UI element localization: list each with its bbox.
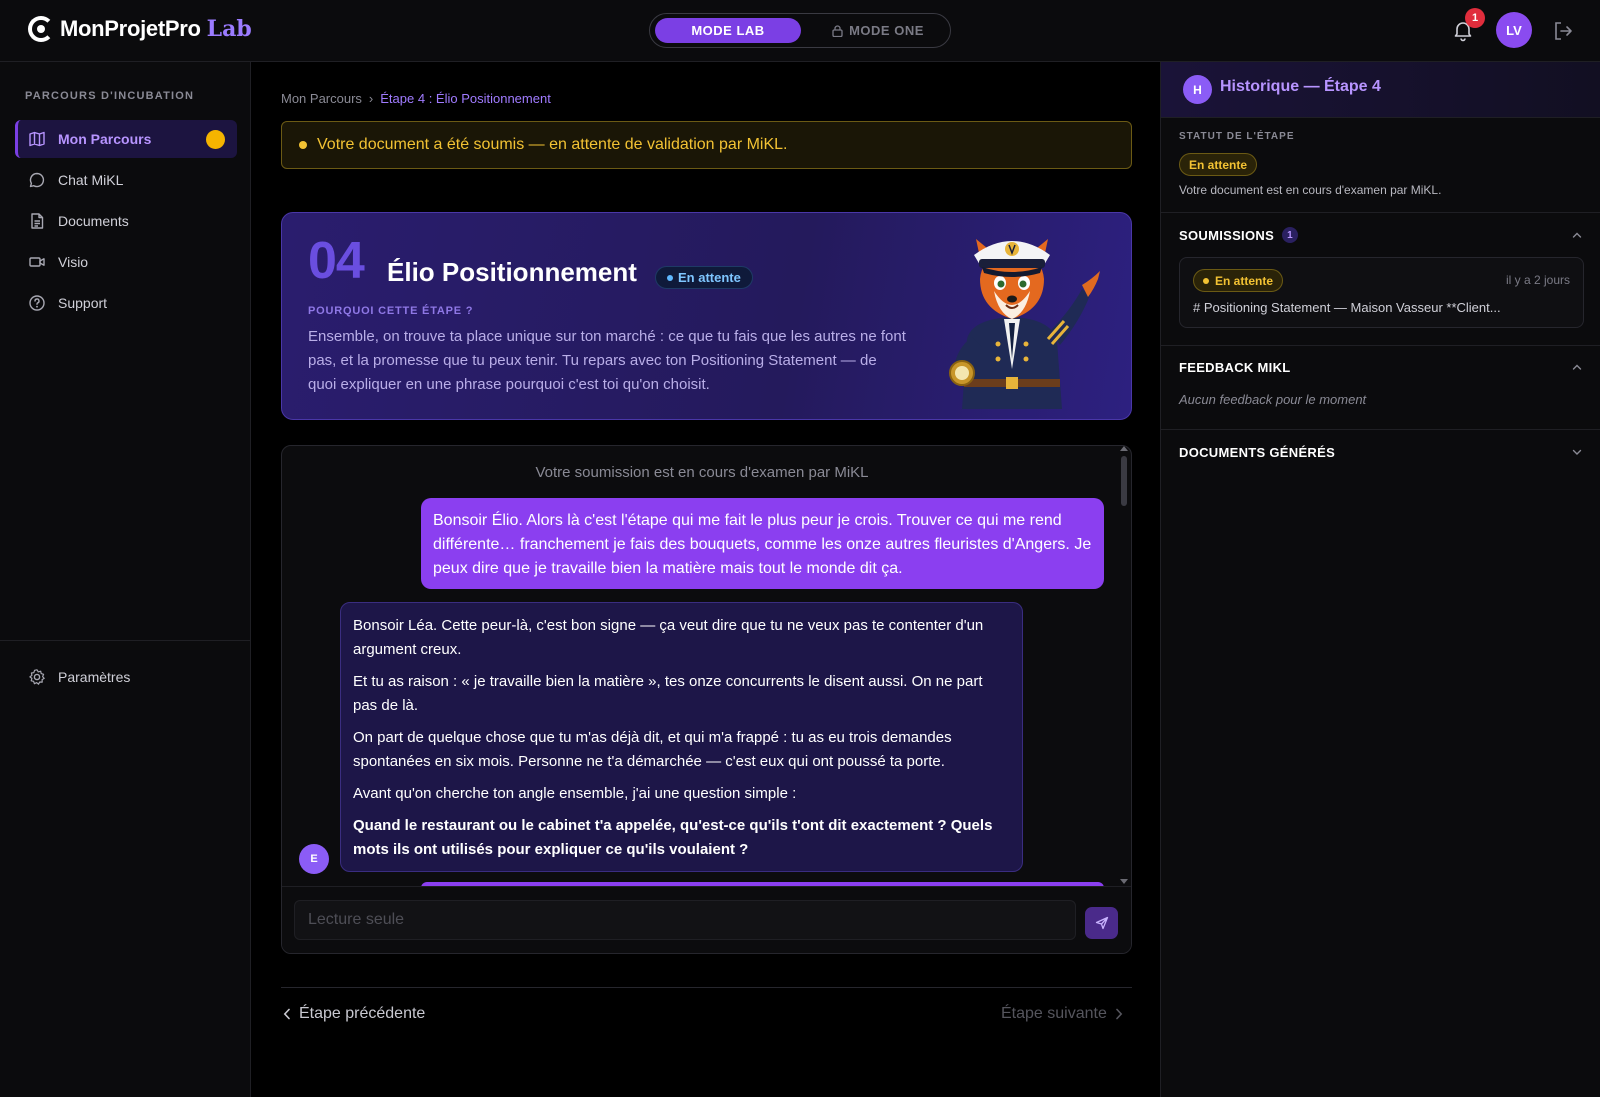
progress-dot	[206, 130, 225, 149]
history-header: H Historique — Étape 4	[1161, 62, 1600, 118]
history-panel: H Historique — Étape 4 STATUT DE L'ÉTAPE…	[1160, 62, 1600, 1097]
why-label: POURQUOI CETTE ÉTAPE ?	[308, 305, 474, 317]
mode-one-button[interactable]: MODE ONE	[808, 18, 948, 43]
scroll-down-arrow-icon[interactable]	[1120, 879, 1128, 884]
generated-docs-section-toggle[interactable]: DOCUMENTS GÉNÉRÉS	[1179, 445, 1335, 460]
scroll-up-arrow-icon[interactable]	[1120, 446, 1128, 451]
step-number: 04	[308, 232, 365, 290]
step-status-pill: En attente	[1179, 153, 1258, 176]
section-divider	[1161, 212, 1600, 213]
user-avatar[interactable]: LV	[1496, 12, 1532, 48]
assistant-paragraph: Bonsoir Léa. Cette peur-là, c'est bon si…	[353, 617, 984, 658]
sidebar-item-label: Chat MiKL	[58, 172, 124, 188]
sidebar-item-support[interactable]: Support	[15, 284, 237, 322]
settings-label: Paramètres	[58, 669, 131, 685]
sidebar-item-visio[interactable]: Visio	[15, 243, 237, 281]
sidebar-item-label: Mon Parcours	[58, 131, 152, 147]
chevron-right-icon	[1116, 1008, 1123, 1020]
section-divider	[1161, 345, 1600, 346]
step-card: 04 Élio Positionnement En attente POURQU…	[281, 212, 1132, 420]
chat-scrollbar[interactable]	[1121, 456, 1127, 506]
fox-captain-mascot-image	[949, 239, 1100, 409]
chat-input[interactable]	[294, 900, 1076, 940]
submissions-section-toggle[interactable]: SOUMISSIONS 1	[1179, 227, 1299, 243]
sidebar-divider	[0, 640, 251, 641]
submission-alert: Votre document a été soumis — en attente…	[281, 121, 1132, 169]
alert-text: Votre document a été soumis — en attente…	[317, 136, 788, 153]
chat-panel: Votre soumission est en cours d'examen p…	[281, 445, 1132, 954]
next-step-label: Étape suivante	[1001, 1005, 1107, 1022]
sidebar-item-label: Visio	[58, 254, 89, 270]
logo-text: MonProjetPro	[60, 16, 201, 41]
sidebar-item-label: Documents	[58, 213, 129, 229]
chevron-up-icon[interactable]	[1572, 362, 1582, 372]
assistant-avatar: E	[299, 844, 329, 874]
logo-suffix: Lab	[206, 16, 252, 42]
logo-icon	[28, 16, 54, 42]
breadcrumb-separator: ›	[368, 91, 374, 106]
document-icon	[31, 213, 44, 229]
mode-one-label: MODE ONE	[849, 23, 924, 38]
assistant-paragraph: Et tu as raison : « je travaille bien la…	[353, 673, 983, 714]
send-button[interactable]	[1085, 907, 1118, 939]
chat-icon	[29, 172, 45, 188]
gear-icon	[29, 669, 45, 685]
submission-preview: # Positioning Statement — Maison Vasseur…	[1193, 300, 1501, 315]
history-avatar: H	[1183, 75, 1212, 104]
chat-input-row	[282, 886, 1131, 953]
chat-status-text: Votre soumission est en cours d'examen p…	[535, 464, 869, 481]
app-logo[interactable]: MonProjetPro Lab	[28, 16, 252, 42]
submission-status-badge: En attente	[1193, 269, 1284, 292]
chevron-up-icon[interactable]	[1572, 230, 1582, 240]
step-status-description: Votre document est en cours d'examen par…	[1179, 183, 1442, 197]
sidebar-heading: PARCOURS D'INCUBATION	[25, 90, 195, 102]
sidebar-item-documents[interactable]: Documents	[15, 202, 237, 240]
assistant-paragraph: On part de quelque chose que tu m'as déj…	[353, 729, 952, 770]
sidebar-item-label: Support	[58, 295, 108, 311]
chevron-down-icon[interactable]	[1572, 447, 1582, 457]
submission-time: il y a 2 jours	[1505, 273, 1570, 287]
send-icon	[1095, 916, 1108, 930]
lock-icon	[832, 24, 843, 37]
previous-step-button[interactable]: Étape précédente	[283, 1005, 425, 1023]
feedback-title: FEEDBACK MIKL	[1179, 360, 1291, 375]
breadcrumb-current: Étape 4 : Élio Positionnement	[380, 91, 551, 106]
submissions-count-badge: 1	[1282, 227, 1299, 243]
feedback-empty-text: Aucun feedback pour le moment	[1179, 392, 1367, 407]
chevron-left-icon	[283, 1008, 290, 1020]
notification-badge: 1	[1465, 8, 1485, 28]
why-text: Ensemble, on trouve ta place unique sur …	[308, 328, 906, 393]
logout-icon[interactable]	[1552, 20, 1574, 42]
section-divider	[1161, 429, 1600, 430]
assistant-question: Quand le restaurant ou le cabinet t'a ap…	[353, 817, 993, 858]
user-message: Bonsoir Élio. Alors là c'est l'étape qui…	[421, 498, 1104, 589]
map-icon	[29, 131, 45, 147]
step-status-badge: En attente	[655, 266, 753, 289]
assistant-message: Bonsoir Léa. Cette peur-là, c'est bon si…	[340, 602, 1023, 872]
sidebar-item-chat-mikl[interactable]: Chat MiKL	[15, 161, 237, 199]
nav-divider	[281, 987, 1132, 988]
alert-dot-icon	[299, 141, 307, 149]
mode-switch: MODE LAB MODE ONE	[649, 13, 951, 48]
video-icon	[29, 257, 45, 267]
history-title: Historique — Étape 4	[1220, 78, 1381, 95]
breadcrumb: Mon Parcours › Étape 4 : Élio Positionne…	[281, 91, 551, 106]
step-title: Élio Positionnement	[387, 257, 637, 287]
mode-lab-button[interactable]: MODE LAB	[655, 18, 801, 43]
assistant-paragraph: Avant qu'on cherche ton angle ensemble, …	[353, 785, 797, 802]
step-status-label: STATUT DE L'ÉTAPE	[1179, 131, 1295, 142]
sidebar-item-mon-parcours[interactable]: Mon Parcours	[15, 120, 237, 158]
next-step-button[interactable]: Étape suivante	[1001, 1005, 1123, 1023]
top-bar: MonProjetPro Lab MODE LAB MODE ONE 1 LV	[0, 0, 1600, 62]
submissions-title: SOUMISSIONS	[1179, 227, 1275, 243]
sidebar-item-settings[interactable]: Paramètres	[15, 658, 237, 696]
help-icon	[29, 295, 45, 311]
submission-card[interactable]: En attente il y a 2 jours # Positioning …	[1179, 257, 1584, 328]
sidebar: PARCOURS D'INCUBATION Mon Parcours Chat …	[0, 62, 251, 1097]
breadcrumb-root[interactable]: Mon Parcours	[281, 91, 362, 106]
feedback-section-toggle[interactable]: FEEDBACK MIKL	[1179, 360, 1291, 375]
previous-step-label: Étape précédente	[299, 1005, 426, 1022]
generated-docs-title: DOCUMENTS GÉNÉRÉS	[1179, 445, 1336, 460]
